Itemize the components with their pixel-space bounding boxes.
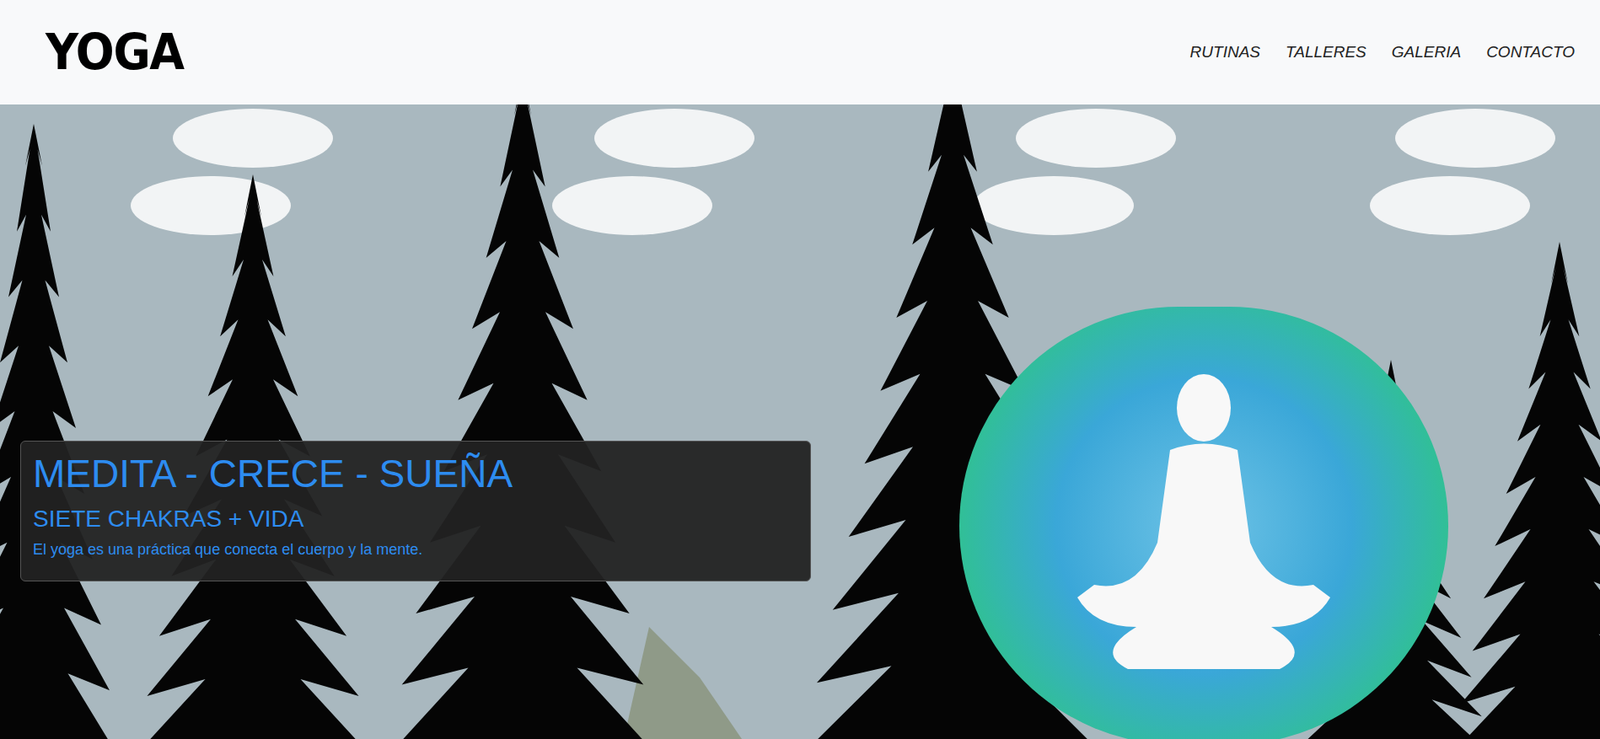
hero: MEDITA - CRECE - SUEÑA SIETE CHAKRAS + VI… xyxy=(0,104,1600,739)
hero-card: MEDITA - CRECE - SUEÑA SIETE CHAKRAS + VI… xyxy=(20,440,811,582)
hero-text: El yoga es una práctica que conecta el c… xyxy=(32,538,799,562)
header: YOGA RUTINAS TALLERES GALERIA CONTACTO xyxy=(0,0,1600,105)
nav: RUTINAS TALLERES GALERIA CONTACTO xyxy=(1190,40,1575,65)
hero-title: MEDITA - CRECE - SUEÑA xyxy=(32,450,799,500)
nav-link[interactable]: CONTACTO xyxy=(1486,40,1575,65)
page: YOGA RUTINAS TALLERES GALERIA CONTACTO MEDITA… xyxy=(0,0,1600,739)
nav-link[interactable]: GALERIA xyxy=(1391,40,1461,65)
nav-link[interactable]: RUTINAS xyxy=(1190,40,1261,65)
nav-link[interactable]: TALLERES xyxy=(1285,40,1367,65)
logo[interactable]: YOGA xyxy=(45,26,184,77)
hero-subtitle: SIETE CHAKRAS + VIDA xyxy=(32,504,799,534)
meditation-figure-icon xyxy=(959,306,1449,739)
